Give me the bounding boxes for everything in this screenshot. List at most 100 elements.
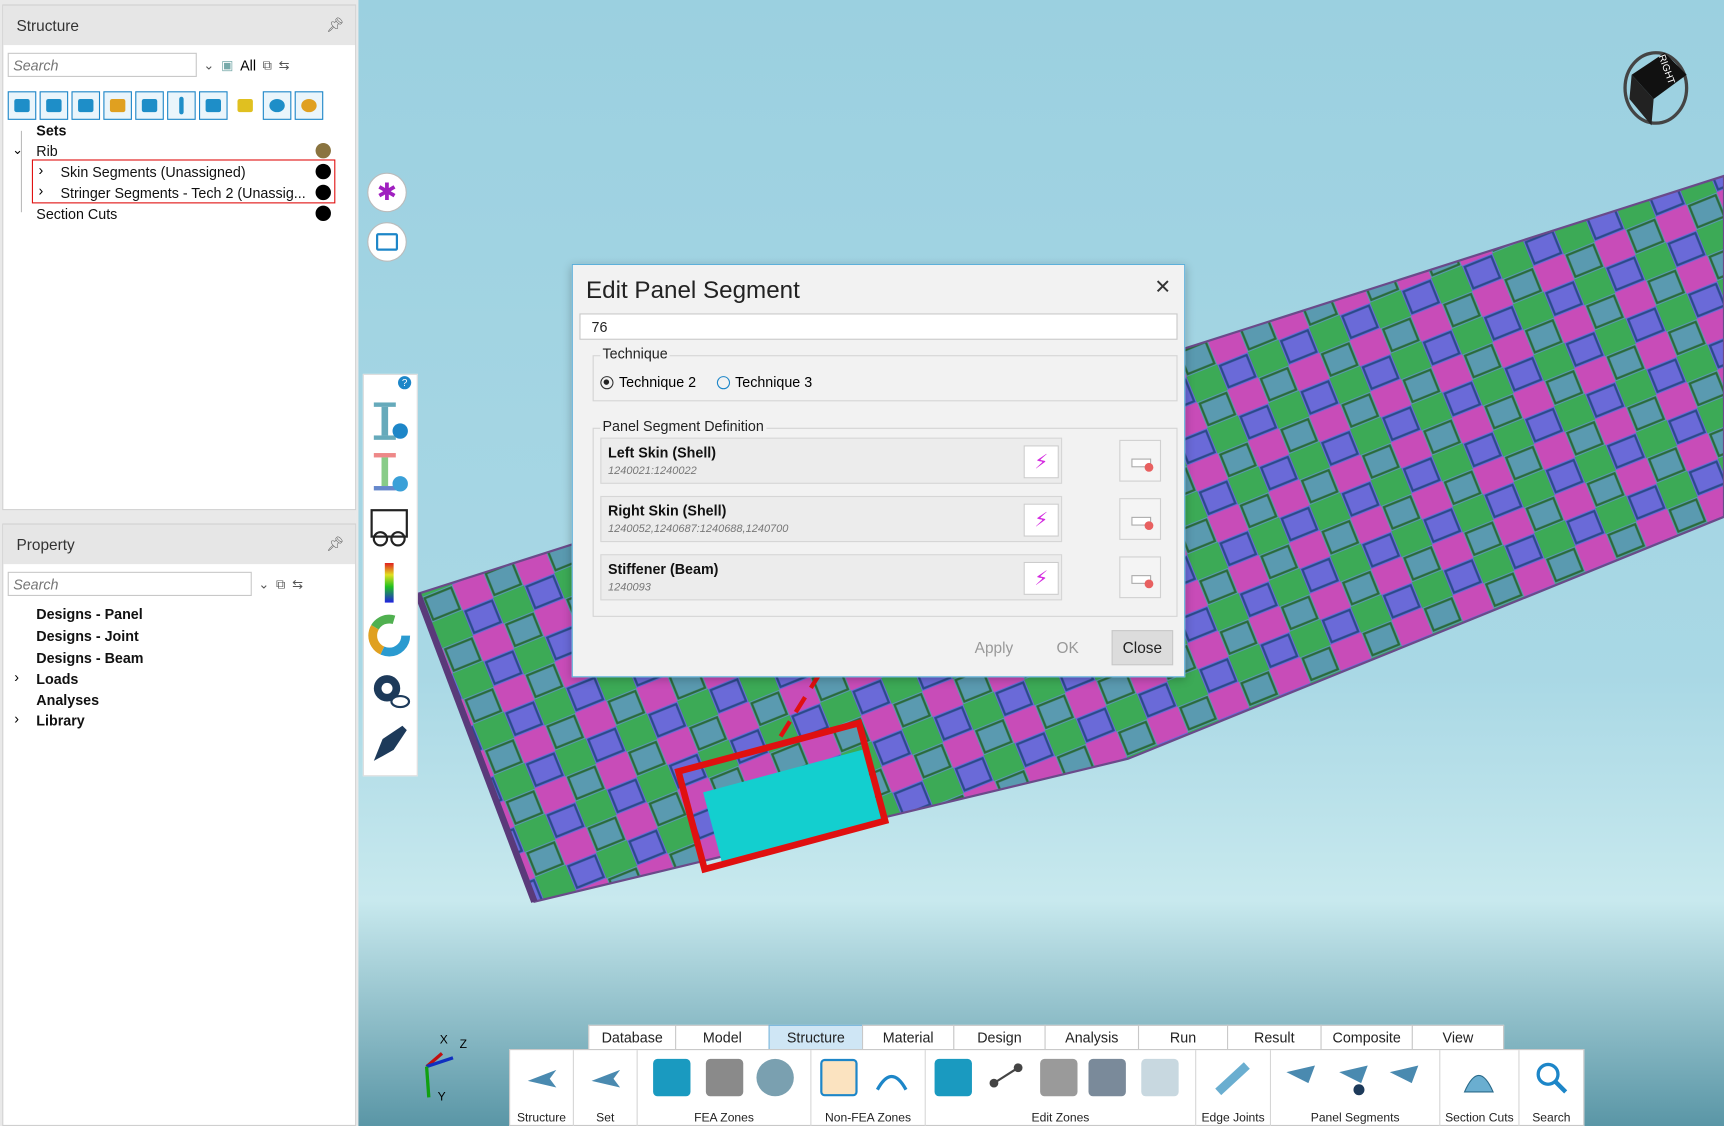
block-icon[interactable]: [199, 91, 228, 120]
chevron-right-icon[interactable]: ›: [14, 669, 19, 685]
tab-view[interactable]: View: [1411, 1024, 1505, 1050]
help-icon[interactable]: ?: [398, 376, 412, 390]
edit-zone-up-icon[interactable]: [1141, 1058, 1179, 1097]
tab-analysis[interactable]: Analysis: [1044, 1024, 1140, 1050]
donut-chart-icon[interactable]: [365, 611, 413, 659]
edit-zone-grid-icon[interactable]: [1088, 1058, 1126, 1097]
tree-item-section-cuts[interactable]: Section Cuts: [36, 206, 117, 222]
copy-icon[interactable]: ⧉: [263, 57, 272, 73]
tab-model[interactable]: Model: [675, 1024, 770, 1050]
tab-composite[interactable]: Composite: [1320, 1024, 1413, 1050]
technique-3-radio[interactable]: Technique 3: [716, 374, 812, 390]
close-button[interactable]: Close: [1111, 630, 1174, 666]
color-legend-icon[interactable]: [365, 559, 413, 607]
rib-color-dot[interactable]: [315, 142, 331, 159]
edit-zone-connect-icon[interactable]: [987, 1059, 1024, 1096]
structure-panel-header: Structure 📌︎: [3, 5, 356, 46]
chevron-down-icon[interactable]: ⌄: [258, 576, 269, 591]
tab-database[interactable]: Database: [588, 1024, 677, 1050]
ribbon-group-set[interactable]: Set: [574, 1050, 638, 1126]
solid-icon[interactable]: [39, 91, 69, 120]
beam-play-icon[interactable]: [365, 398, 413, 446]
property-item-loads[interactable]: Loads: [36, 671, 78, 687]
non-fea-zone-icon[interactable]: [820, 1058, 858, 1097]
search-icon[interactable]: [1533, 1059, 1570, 1096]
segment-id-field[interactable]: [579, 313, 1178, 340]
tab-run[interactable]: Run: [1137, 1024, 1229, 1050]
beam-check-icon[interactable]: [365, 449, 413, 497]
skin-segments-dot[interactable]: [315, 163, 331, 180]
chevron-down-icon[interactable]: ⌄: [203, 57, 214, 72]
tree-item-stringer-segments[interactable]: Stringer Segments - Tech 2 (Unassig...: [60, 185, 305, 201]
tab-material[interactable]: Material: [862, 1024, 955, 1050]
chevron-right-icon[interactable]: ›: [14, 710, 19, 726]
chevron-down-icon[interactable]: ⌄: [12, 142, 23, 157]
section-cut-icon[interactable]: [1460, 1059, 1497, 1096]
swap-icon[interactable]: ⇆: [292, 576, 303, 591]
connector-icon[interactable]: [7, 91, 37, 120]
ribbon-group-edge-joints[interactable]: Edge Joints: [1196, 1050, 1272, 1126]
panel-segment-icon[interactable]: [1282, 1059, 1319, 1096]
property-item-designs-panel[interactable]: Designs - Panel: [36, 606, 142, 622]
swap-icon[interactable]: ⇆: [279, 57, 290, 72]
pen-nib-icon[interactable]: [365, 719, 413, 767]
airplane-set-icon[interactable]: [587, 1059, 624, 1096]
remove-row-icon[interactable]: [1119, 498, 1162, 540]
tree-item-rib[interactable]: Rib: [36, 143, 57, 159]
filter-label[interactable]: All: [240, 57, 256, 73]
remove-row-icon[interactable]: [1119, 556, 1162, 599]
plate-icon[interactable]: [135, 91, 164, 120]
asterisk-icon[interactable]: ✱: [367, 172, 407, 213]
close-icon[interactable]: ✕: [1154, 276, 1171, 299]
structure-search-input[interactable]: [7, 52, 197, 77]
ok-button[interactable]: OK: [1043, 630, 1091, 665]
lightning-icon[interactable]: ⚡︎: [1023, 503, 1059, 537]
rectangle-select-icon[interactable]: [367, 222, 407, 262]
property-item-designs-joint[interactable]: Designs - Joint: [36, 628, 138, 644]
ribbon-group-structure[interactable]: Structure: [510, 1050, 574, 1126]
filter-cube-icon[interactable]: ▣: [221, 57, 233, 72]
edge-joint-icon[interactable]: [1214, 1059, 1251, 1096]
tree-item-skin-segments[interactable]: Skin Segments (Unassigned): [60, 164, 245, 180]
edit-zone-select-icon[interactable]: [934, 1058, 972, 1097]
gear-icon[interactable]: [756, 1058, 794, 1097]
tree-item-sets[interactable]: Sets: [36, 122, 66, 138]
remove-row-icon[interactable]: [1119, 439, 1162, 482]
viewcube[interactable]: RIGHT: [1621, 31, 1691, 130]
section-cuts-dot[interactable]: [315, 205, 331, 222]
layers-icon[interactable]: [231, 91, 260, 120]
chevron-right-icon[interactable]: ›: [38, 162, 43, 178]
shell-icon[interactable]: [71, 91, 101, 120]
tab-result[interactable]: Result: [1227, 1024, 1322, 1050]
technique-2-radio[interactable]: Technique 2: [600, 374, 696, 390]
property-item-library[interactable]: Library: [36, 713, 84, 729]
panel-segment-import-icon[interactable]: [1385, 1059, 1422, 1096]
glasses-screen-icon[interactable]: [365, 504, 413, 552]
edit-zone-rotate-icon[interactable]: [1040, 1058, 1078, 1097]
gear-chip-icon[interactable]: [294, 91, 324, 120]
property-search-input[interactable]: [7, 571, 252, 596]
tab-structure[interactable]: Structure: [768, 1024, 864, 1050]
gear-eye-icon[interactable]: [365, 666, 413, 714]
chevron-right-icon[interactable]: ›: [38, 183, 43, 199]
apply-button[interactable]: Apply: [964, 630, 1023, 665]
copy-icon[interactable]: ⧉: [276, 576, 285, 592]
lightning-icon[interactable]: ⚡︎: [1023, 561, 1059, 595]
airplane-icon[interactable]: [523, 1059, 560, 1096]
pin-icon[interactable]: 📌︎: [326, 16, 344, 34]
fea-zone-auto-icon[interactable]: [705, 1058, 744, 1097]
property-item-analyses[interactable]: Analyses: [36, 692, 99, 708]
lightning-icon[interactable]: ⚡︎: [1023, 445, 1059, 479]
stringer-segments-dot[interactable]: [315, 184, 331, 201]
panel-segment-auto-icon[interactable]: [1335, 1059, 1372, 1096]
lens-icon[interactable]: [262, 91, 292, 120]
joint-icon[interactable]: [103, 91, 132, 120]
pin-icon[interactable]: 📌︎: [326, 536, 344, 554]
arc-zone-icon[interactable]: [873, 1059, 910, 1096]
fea-zone-icon[interactable]: [653, 1058, 691, 1097]
tab-design[interactable]: Design: [953, 1024, 1046, 1050]
ribbon-group-section-cuts[interactable]: Section Cuts: [1440, 1050, 1520, 1126]
ribbon-group-search[interactable]: Search: [1519, 1050, 1583, 1126]
property-item-designs-beam[interactable]: Designs - Beam: [36, 650, 143, 666]
beam-icon[interactable]: [167, 91, 196, 120]
